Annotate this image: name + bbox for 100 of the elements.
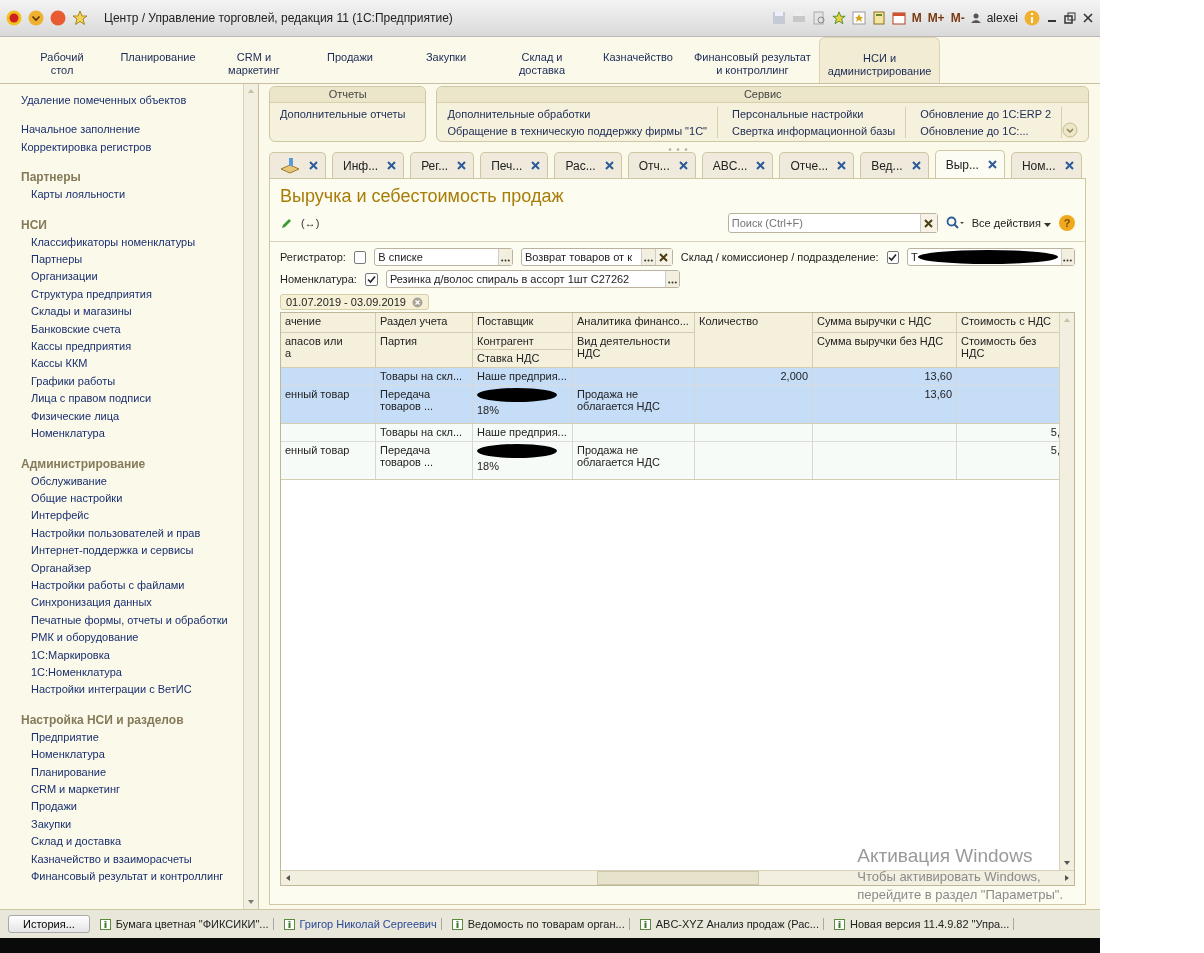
sidebar-link[interactable]: Казначейство и взаиморасчеты — [21, 850, 243, 869]
command-link[interactable]: Обращение в техническую поддержку фирмы "1С" — [447, 124, 707, 138]
sidebar-link[interactable]: Организации — [21, 268, 243, 286]
column-header[interactable]: Количество — [695, 313, 813, 368]
close-icon[interactable] — [1082, 12, 1094, 24]
tab[interactable]: Выр... — [934, 150, 1005, 178]
tab[interactable]: Инф... — [332, 152, 405, 178]
close-tab-icon[interactable] — [387, 161, 397, 170]
column-header[interactable]: Поставщик — [473, 313, 573, 333]
sidebar-link[interactable]: Обслуживание — [21, 472, 243, 490]
memory-button[interactable]: M- — [950, 11, 965, 25]
sidebar-link[interactable]: Кассы ККМ — [21, 355, 243, 373]
sidebar-link[interactable]: Склад и доставка — [21, 833, 243, 851]
stop-icon[interactable] — [50, 10, 66, 26]
memory-button[interactable]: M+ — [927, 11, 945, 25]
window-item[interactable]: Ведомость по товарам орган... — [447, 918, 630, 930]
window-item[interactable]: Новая версия 11.4.9.82 "Упра... — [830, 918, 1015, 930]
sidebar-link[interactable]: Физические лица — [21, 407, 243, 426]
sidebar-link[interactable]: Лица с правом подписи — [21, 390, 243, 408]
sidebar-link[interactable]: Кассы предприятия — [21, 338, 243, 356]
sidebar-link[interactable]: Склады и магазины — [21, 303, 243, 321]
search-field[interactable]: Поиск (Ctrl+F) — [728, 216, 920, 230]
tab[interactable]: Отч... — [627, 152, 696, 178]
ellipsis-icon[interactable] — [667, 281, 677, 284]
column-header[interactable]: Ставка НДС — [473, 350, 573, 368]
section-tab[interactable]: Казначейство — [590, 37, 686, 83]
column-header[interactable]: ачение — [281, 313, 376, 333]
scrollbar[interactable] — [281, 870, 1074, 885]
window-item[interactable]: ABC-XYZ Анализ продаж (Рас... — [635, 918, 824, 930]
window-item[interactable]: Григор Николай Сергеевич — [279, 918, 442, 930]
section-tab[interactable]: Продажи — [302, 37, 398, 83]
column-header[interactable]: Стоимость с НДС — [957, 313, 1059, 333]
sidebar-link[interactable]: Интернет-поддержка и сервисы — [21, 542, 243, 560]
tab[interactable]: Печ... — [480, 152, 549, 178]
checkbox[interactable] — [353, 250, 367, 264]
checkbox[interactable] — [364, 272, 378, 286]
close-tab-icon[interactable] — [756, 161, 766, 170]
close-tab-icon[interactable] — [837, 161, 847, 170]
search-field[interactable]: Поиск (Ctrl+F) — [727, 213, 938, 233]
section-tab[interactable]: CRM и маркетинг — [206, 37, 302, 83]
column-header[interactable]: Контрагент — [473, 333, 573, 350]
pencil-icon[interactable] — [280, 216, 293, 230]
logo-icon[interactable] — [6, 10, 22, 26]
table-row[interactable]: Товары на скл... Наше предприя... 5, енный товар Передача товаров ... 18% Продажа не облагается НДС 5, — [281, 424, 1059, 480]
sidebar-link[interactable]: Графики работы — [21, 372, 243, 391]
column-header[interactable]: Сумма выручки без НДС — [813, 333, 957, 368]
sidebar-link[interactable]: Партнеры — [21, 251, 243, 269]
close-tab-icon[interactable] — [1064, 161, 1074, 170]
period-chip[interactable]: 01.07.2019 - 03.09.2019 — [280, 294, 429, 310]
close-tab-icon[interactable] — [457, 161, 467, 170]
sidebar-link[interactable]: Карты лояльности — [21, 186, 243, 204]
sidebar-link[interactable]: Классификаторы номенклатуры — [21, 233, 243, 252]
help-button[interactable]: ? — [1059, 215, 1075, 231]
command-link[interactable]: Дополнительные обработки — [447, 107, 707, 121]
sidebar-link[interactable]: 1С:Маркировка — [21, 646, 243, 664]
sidebar-link[interactable]: РМК и оборудование — [21, 629, 243, 647]
calendar-icon[interactable] — [891, 11, 906, 25]
command-link[interactable]: Обновление до 1С:... — [920, 124, 1051, 138]
sidebar-link[interactable]: Продажи — [21, 798, 243, 816]
sidebar-link[interactable]: Печатные формы, отчеты и обработки — [21, 611, 243, 630]
scrollbar[interactable] — [243, 84, 258, 909]
table-row[interactable]: Товары на скл... Наше предприя... 2,000 13,60 енный товар Передача товаров ... 18% Продажа не облагается НДС 13,60 — [281, 368, 1059, 424]
tab[interactable]: ABC... — [701, 152, 774, 178]
all-actions-menu[interactable]: Все действия — [971, 217, 1051, 229]
scrollbar[interactable] — [1059, 313, 1074, 870]
ellipsis-icon[interactable] — [500, 259, 510, 262]
column-header[interactable]: Раздел учета — [376, 313, 473, 333]
sidebar-link[interactable]: Номенклатура — [21, 425, 243, 443]
section-tab[interactable]: Закупки — [398, 37, 494, 83]
tab[interactable]: Отче... — [779, 152, 855, 178]
tab[interactable]: Рас... — [554, 152, 622, 178]
history-button[interactable]: История... — [8, 915, 90, 933]
splitter-handle[interactable] — [666, 147, 689, 152]
close-tab-icon[interactable] — [678, 161, 688, 170]
section-tab[interactable]: Планирование — [110, 37, 206, 83]
column-header[interactable]: апасов или а — [281, 333, 376, 368]
memory-button[interactable]: M — [911, 11, 922, 25]
close-tab-icon[interactable] — [309, 161, 318, 170]
checkbox[interactable] — [886, 250, 899, 264]
sidebar-link[interactable]: Структура предприятия — [21, 285, 243, 304]
ellipsis-icon[interactable] — [643, 259, 653, 262]
sidebar-link[interactable]: 1С:Номенклатура — [21, 663, 243, 682]
clear-icon[interactable] — [659, 252, 669, 262]
star-icon[interactable] — [72, 10, 88, 26]
sidebar-link[interactable]: Начальное заполнение — [21, 121, 243, 139]
column-header[interactable]: Стоимость без НДС — [957, 333, 1059, 368]
search-icon[interactable] — [945, 216, 964, 230]
preview-icon[interactable] — [811, 11, 826, 25]
menu-icon[interactable] — [28, 10, 44, 26]
sidebar-link[interactable]: Планирование — [21, 763, 243, 781]
sidebar-link[interactable]: Номенклатура — [21, 746, 243, 764]
command-link[interactable]: Свертка информационной базы — [732, 124, 896, 138]
sidebar-link[interactable]: Настройки пользователей и прав — [21, 524, 243, 543]
star-icon[interactable] — [831, 11, 846, 25]
section-tab[interactable]: НСИ и администрирование — [818, 37, 941, 84]
window-item[interactable]: Бумага цветная "ФИКСИКИ"... — [95, 918, 274, 930]
section-tab[interactable]: Склад и доставка — [494, 37, 590, 83]
sidebar-link[interactable]: Общие настройки — [21, 489, 243, 508]
close-tab-icon[interactable] — [911, 161, 921, 170]
section-tab[interactable]: Рабочий стол — [14, 37, 110, 83]
